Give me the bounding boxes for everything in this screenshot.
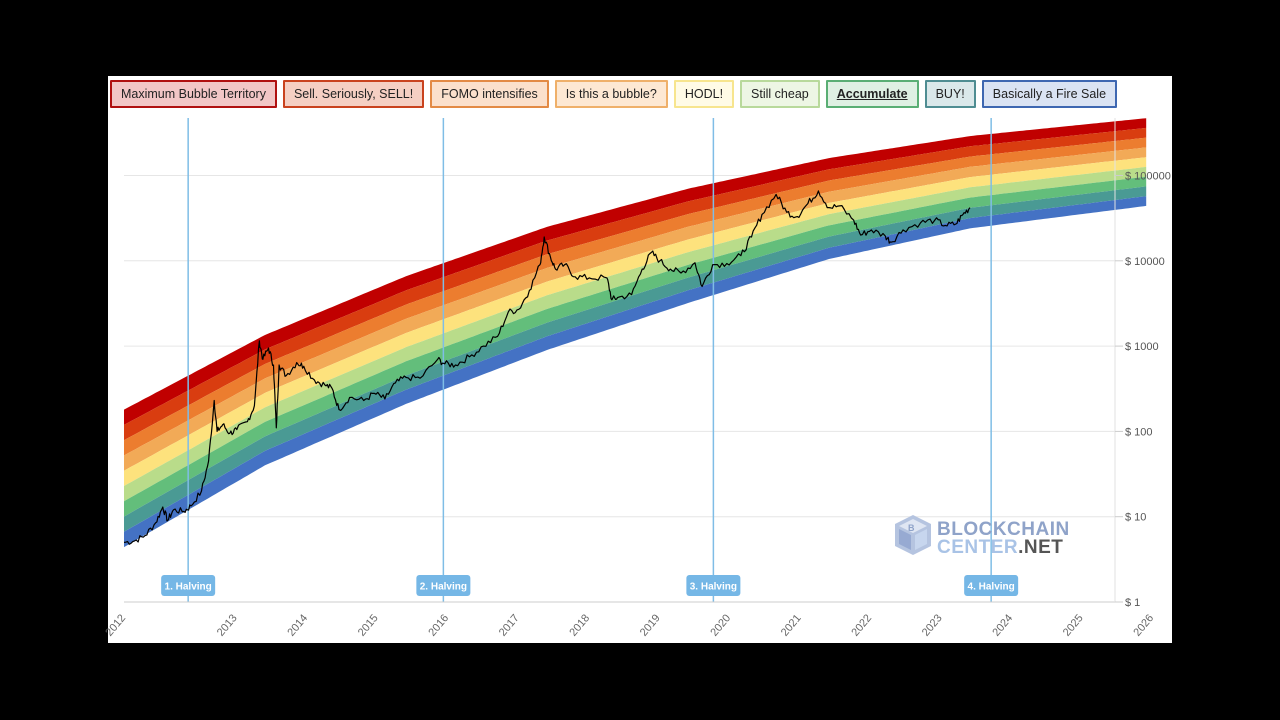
halving-label: 3. Halving [686,575,741,596]
y-tick-label: $ 100000 [1125,171,1171,183]
halving-label-text: 3. Halving [690,582,737,593]
legend-item-accumulate[interactable]: Accumulate [825,80,919,108]
halving-label-text: 2. Halving [420,582,467,593]
legend-item-maximum-bubble-territory[interactable]: Maximum Bubble Territory [110,80,277,108]
legend-item-hodl[interactable]: HODL! [673,80,735,108]
halving-label: 4. Halving [964,575,1019,596]
watermark-logo: B BLOCKCHAIN CENTER.NET [895,515,1069,558]
legend-item-buy[interactable]: BUY! [924,80,976,108]
legend-item-is-this-a-bubble[interactable]: Is this a bubble? [554,80,668,108]
y-tick-label: $ 10 [1125,512,1146,524]
logo-cube-icon: B [895,515,931,555]
y-tick-label: $ 1 [1125,597,1140,609]
halving-labels: 1. Halving 2. Halving 3. Halving 4. Halving [161,575,1019,596]
x-tick-label: 2020 [708,612,733,638]
x-tick-label: 2017 [497,612,522,638]
x-tick-label: 2026 [1131,612,1156,638]
svg-text:B: B [908,523,915,533]
legend-item-sell-seriously-sell[interactable]: Sell. Seriously, SELL! [282,80,425,108]
x-tick-label: 2022 [849,612,874,638]
x-tick-label: 2019 [638,612,663,638]
y-tick-label: $ 1000 [1125,341,1159,353]
x-tick-label: 2021 [779,612,804,638]
x-tick-label: 2016 [426,612,451,638]
y-tick-label: $ 100 [1125,426,1153,438]
halving-label-text: 1. Halving [165,582,212,593]
x-tick-label: 2015 [356,612,381,638]
x-tick-label: 2025 [1061,612,1086,638]
legend-item-fomo-intensifies[interactable]: FOMO intensifies [430,80,549,108]
halving-label-text: 4. Halving [968,582,1015,593]
x-tick-label: 2024 [990,612,1015,638]
x-tick-label: 2023 [920,612,945,638]
x-tick-label: 2013 [215,612,240,638]
legend-item-still-cheap[interactable]: Still cheap [740,80,820,108]
svg-text:CENTER.NET: CENTER.NET [937,537,1063,558]
halving-label: 2. Halving [416,575,471,596]
watermark-line2b: .NET [1018,537,1063,558]
legend: Maximum Bubble Territory Sell. Seriously,… [110,80,1118,108]
watermark-line2a: CENTER [937,537,1018,558]
rainbow-bands [124,118,1147,548]
halving-label: 1. Halving [161,575,216,596]
legend-item-basically-a-fire-sale[interactable]: Basically a Fire Sale [981,80,1118,108]
x-tick-label: 2014 [285,612,310,638]
rainbow-chart: $ 1 $ 10 $ 100 $ 1000 $ 10000 $ 100000 2012 201… [103,118,1171,639]
x-tick-label: 2012 [103,612,128,638]
y-tick-label: $ 10000 [1125,256,1165,268]
x-tick-label: 2018 [567,612,592,638]
